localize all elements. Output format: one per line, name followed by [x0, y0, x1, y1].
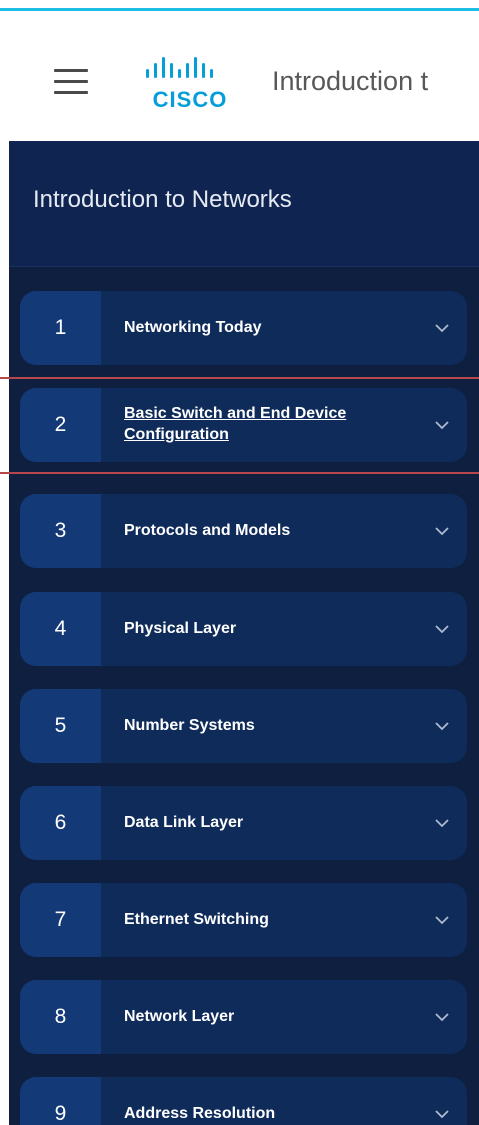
module-number: 4: [54, 617, 67, 640]
hamburger-menu-icon[interactable]: [54, 69, 88, 95]
module-9[interactable]: 9 Address Resolution: [20, 1077, 467, 1125]
module-4[interactable]: 4 Physical Layer: [20, 592, 467, 666]
module-1[interactable]: 1 Networking Today: [20, 291, 467, 365]
module-number: 2: [54, 413, 67, 436]
chevron-down-icon[interactable]: [433, 911, 451, 929]
module-7[interactable]: 7 Ethernet Switching: [20, 883, 467, 957]
module-number: 1: [54, 316, 67, 339]
module-3[interactable]: 3 Protocols and Models: [20, 494, 467, 568]
module-number: 7: [54, 908, 67, 931]
module-label: Address Resolution: [124, 1104, 276, 1122]
chevron-down-icon[interactable]: [433, 620, 451, 638]
module-label: Ethernet Switching: [124, 910, 269, 928]
module-label: Protocols and Models: [124, 521, 291, 539]
module-label: Network Layer: [124, 1007, 235, 1025]
chevron-down-icon[interactable]: [433, 1008, 451, 1026]
module-2[interactable]: 2 Basic Switch and End Device Configurat…: [20, 388, 467, 462]
chevron-down-icon[interactable]: [433, 717, 451, 735]
module-label[interactable]: Basic Switch and End Device Configuratio…: [124, 388, 403, 462]
module-6[interactable]: 6 Data Link Layer: [20, 786, 467, 860]
chevron-down-icon[interactable]: [433, 522, 451, 540]
cisco-bridge-icon: [146, 57, 213, 78]
sidebar-header: Introduction to Networks: [9, 141, 479, 267]
module-8[interactable]: 8 Network Layer: [20, 980, 467, 1054]
highlight-line-bottom: [0, 472, 479, 474]
chevron-down-icon[interactable]: [433, 319, 451, 337]
chevron-down-icon[interactable]: [433, 1105, 451, 1123]
module-number: 5: [54, 714, 67, 737]
module-label: Number Systems: [124, 716, 255, 734]
chevron-down-icon[interactable]: [433, 814, 451, 832]
cisco-logo[interactable]: CISCO: [135, 51, 245, 112]
app-header: CISCO Introduction t: [0, 11, 479, 141]
course-title: Introduction t: [272, 66, 429, 96]
module-number: 9: [54, 1102, 67, 1125]
course-sidebar: Introduction to Networks 1 Networking To…: [9, 141, 479, 1125]
chevron-down-icon[interactable]: [433, 416, 451, 434]
module-number: 8: [54, 1005, 67, 1028]
module-5[interactable]: 5 Number Systems: [20, 689, 467, 763]
sidebar-title: Introduction to Networks: [33, 186, 292, 213]
highlight-line-top: [0, 377, 479, 379]
module-label: Networking Today: [124, 318, 262, 336]
module-number: 6: [54, 811, 67, 834]
module-number: 3: [54, 519, 67, 542]
module-label: Physical Layer: [124, 619, 237, 637]
cisco-logo-text: CISCO: [152, 87, 228, 112]
module-label: Data Link Layer: [124, 813, 244, 831]
